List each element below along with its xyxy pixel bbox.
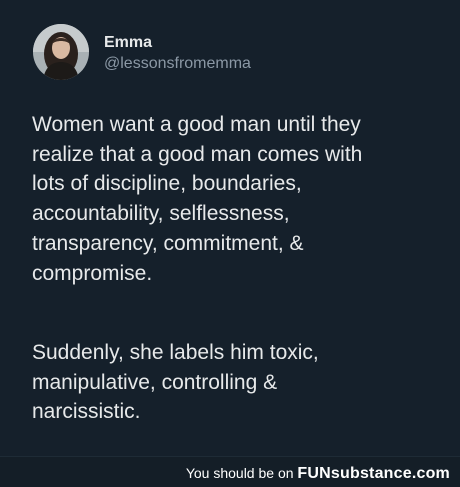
tweet-paragraph-1: Women want a good man until they realize… [32, 110, 452, 288]
tweet-line: manipulative, controlling & [32, 370, 278, 394]
avatar[interactable] [33, 24, 89, 80]
tweet-line: Women want a good man until they [32, 113, 361, 136]
tweet-line: transparency, commitment, & [32, 231, 304, 255]
user-handle[interactable]: @lessonsfromemma [104, 54, 251, 74]
watermark-text: You should be on FUNsubstance.com [186, 464, 450, 483]
tweet-line: realize that a good man comes with [32, 142, 363, 166]
tweet-line: narcissistic. [32, 400, 141, 424]
tweet-paragraph-2: Suddenly, she labels him toxic, manipula… [32, 338, 452, 427]
profile-photo-icon [33, 24, 89, 80]
watermark-brand[interactable]: FUNsubstance.com [297, 465, 450, 482]
tweet-line: accountability, selflessness, [32, 202, 290, 226]
tweet-line: Suddenly, she labels him toxic, [32, 341, 319, 364]
tweet-line: compromise. [32, 261, 153, 285]
display-name[interactable]: Emma [104, 33, 152, 53]
tweet-line: lots of discipline, boundaries, [32, 172, 302, 196]
watermark-footer: You should be on FUNsubstance.com [0, 456, 460, 487]
watermark-prefix: You should be on [185, 465, 294, 481]
tweet-card: Emma @lessonsfromemma Women want a good … [0, 0, 460, 456]
